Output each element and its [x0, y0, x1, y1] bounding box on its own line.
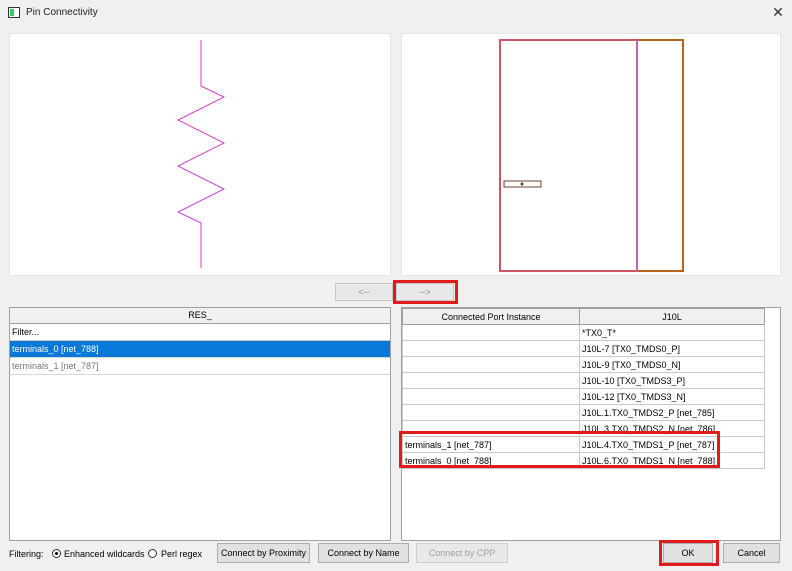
list-item[interactable]: terminals_0 [net_788]: [10, 341, 390, 358]
table-cell: J10L-9 [TX0_TMDS0_N]: [579, 356, 765, 373]
table-cell: [402, 404, 580, 421]
connect-by-cpp-button[interactable]: Connect by CPP: [416, 543, 508, 563]
table-cell: J10L-10 [TX0_TMDS3_P]: [579, 372, 765, 389]
connection-table: Connected Port Instance J10L *TX0_T* J10…: [401, 307, 781, 541]
table-row[interactable]: J10L-10 [TX0_TMDS3_P]: [402, 372, 765, 389]
list-item[interactable]: terminals_1 [net_787]: [10, 358, 390, 375]
resistor-symbol: [176, 40, 226, 268]
regex-radio[interactable]: [148, 549, 157, 558]
window-title: Pin Connectivity: [26, 7, 98, 18]
column-header-port-instance[interactable]: Connected Port Instance: [402, 308, 580, 325]
filter-input[interactable]: Filter...: [10, 324, 390, 341]
wildcards-label: Enhanced wildcards: [64, 549, 145, 559]
connector-symbol: [499, 39, 684, 272]
connect-by-proximity-button[interactable]: Connect by Proximity: [217, 543, 310, 563]
title-bar: Pin Connectivity ✕: [0, 0, 792, 26]
symbol-preview: [9, 33, 391, 276]
app-icon: [8, 7, 20, 18]
wildcards-radio[interactable]: [52, 549, 61, 558]
table-row[interactable]: J10L-9 [TX0_TMDS0_N]: [402, 356, 765, 373]
connect-by-name-button[interactable]: Connect by Name: [318, 543, 409, 563]
table-cell: J10L.1.TX0_TMDS2_P [net_785]: [579, 404, 765, 421]
highlight-box: [399, 431, 720, 468]
pin-list: RES_ Filter... terminals_0 [net_788] ter…: [9, 307, 391, 541]
table-row[interactable]: J10L-12 [TX0_TMDS3_N]: [402, 388, 765, 405]
table-row[interactable]: J10L-7 [TX0_TMDS0_P]: [402, 340, 765, 357]
table-cell: [402, 356, 580, 373]
connector-preview: [401, 33, 781, 276]
highlight-box: [393, 280, 458, 304]
table-cell: J10L-12 [TX0_TMDS3_N]: [579, 388, 765, 405]
close-icon[interactable]: ✕: [770, 4, 786, 20]
move-left-button[interactable]: <--: [335, 283, 393, 301]
column-header-j10l[interactable]: J10L: [579, 308, 765, 325]
table-row[interactable]: *TX0_T*: [402, 324, 765, 341]
highlight-box: [659, 540, 719, 566]
table-cell: *TX0_T*: [579, 324, 765, 341]
regex-label: Perl regex: [161, 549, 203, 559]
table-cell: [402, 372, 580, 389]
table-cell: J10L-7 [TX0_TMDS0_P]: [579, 340, 765, 357]
table-cell: [402, 388, 580, 405]
pin-list-header: RES_: [10, 308, 390, 324]
table-cell: [402, 340, 580, 357]
cancel-button[interactable]: Cancel: [723, 543, 780, 563]
table-row[interactable]: J10L.1.TX0_TMDS2_P [net_785]: [402, 404, 765, 421]
table-cell: [402, 324, 580, 341]
filtering-label: Filtering:: [9, 549, 44, 559]
